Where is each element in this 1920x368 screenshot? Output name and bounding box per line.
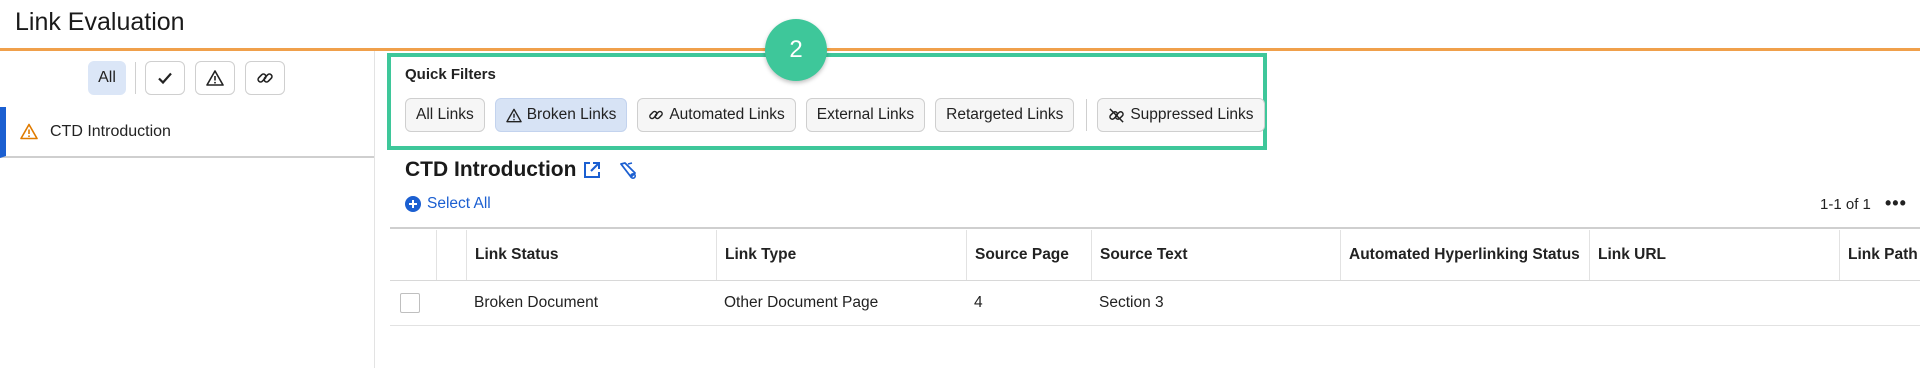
cell-source-page: 4 — [974, 294, 983, 311]
navigate-icon[interactable] — [618, 160, 638, 180]
document-title: CTD Introduction — [405, 158, 577, 181]
table-row[interactable]: Broken Document Other Document Page 4 Se… — [390, 281, 1920, 326]
document-list-pane: All CTD Introduction — [0, 51, 375, 368]
quick-filter-divider — [1086, 99, 1088, 131]
column-header-source-text[interactable]: Source Text — [1091, 230, 1340, 280]
quick-filter-retargeted-links[interactable]: Retargeted Links — [935, 98, 1075, 132]
table-divider — [390, 227, 1920, 229]
warning-icon — [206, 70, 224, 86]
link-icon — [649, 110, 664, 120]
quick-filters-bar: All Links Broken Links Automated Links E… — [405, 98, 1275, 132]
quick-filters-label: Quick Filters — [405, 66, 496, 83]
quick-filter-broken-links[interactable]: Broken Links — [494, 98, 628, 132]
status-filter-bar: All — [88, 61, 285, 95]
quick-filter-label: Broken Links — [526, 106, 617, 123]
column-header-link-url[interactable]: Link URL — [1589, 230, 1839, 280]
warning-icon — [505, 108, 522, 122]
column-header-link-status[interactable]: Link Status — [466, 230, 716, 280]
link-off-icon — [1109, 107, 1125, 123]
open-in-new-icon[interactable] — [582, 160, 602, 180]
add-circle-icon — [405, 196, 421, 212]
cell-link-type: Other Document Page — [724, 294, 879, 311]
cell-source-text: Section 3 — [1099, 294, 1164, 311]
cell-link-url — [1589, 281, 1839, 325]
column-header-link-path[interactable]: Link Path — [1839, 230, 1920, 280]
quick-filter-label: Suppressed Links — [1130, 106, 1254, 123]
column-header-source-page[interactable]: Source Page — [966, 230, 1091, 280]
cell-link-path — [1839, 281, 1920, 325]
document-list-item[interactable]: CTD Introduction — [0, 107, 374, 158]
cell-automated-status — [1340, 281, 1589, 325]
app-title: Link Evaluation — [15, 8, 185, 36]
step-badge: 2 — [765, 19, 827, 81]
link-icon — [257, 73, 273, 83]
filter-broken-button[interactable] — [195, 61, 235, 95]
quick-filter-suppressed-links[interactable]: Suppressed Links — [1097, 98, 1265, 132]
document-label: CTD Introduction — [50, 122, 171, 140]
row-checkbox-cell — [390, 281, 436, 325]
column-header-link-type[interactable]: Link Type — [716, 230, 966, 280]
pagination-count: 1-1 of 1 — [1820, 196, 1871, 213]
quick-filter-label: Automated Links — [669, 106, 785, 123]
header-status-icon-cell — [436, 230, 466, 280]
cell-link-status: Broken Document — [474, 294, 599, 311]
select-all-label: Select All — [427, 195, 491, 212]
filter-divider — [135, 62, 136, 94]
check-icon — [158, 72, 172, 85]
column-header-automated-status[interactable]: Automated Hyperlinking Status — [1340, 230, 1589, 280]
table-header: Link Status Link Type Source Page Source… — [390, 230, 1920, 281]
quick-filter-automated-links[interactable]: Automated Links — [637, 98, 796, 132]
quick-filter-all-links[interactable]: All Links — [405, 98, 485, 132]
more-options-icon[interactable]: ••• — [1885, 194, 1907, 212]
filter-valid-button[interactable] — [145, 61, 185, 95]
row-checkbox[interactable] — [400, 293, 420, 313]
select-all-button[interactable]: Select All — [405, 195, 491, 213]
header-checkbox-cell — [390, 230, 436, 280]
filter-links-button[interactable] — [245, 61, 285, 95]
warning-icon — [20, 123, 38, 140]
filter-all-button[interactable]: All — [88, 61, 126, 95]
quick-filter-external-links[interactable]: External Links — [805, 98, 926, 132]
